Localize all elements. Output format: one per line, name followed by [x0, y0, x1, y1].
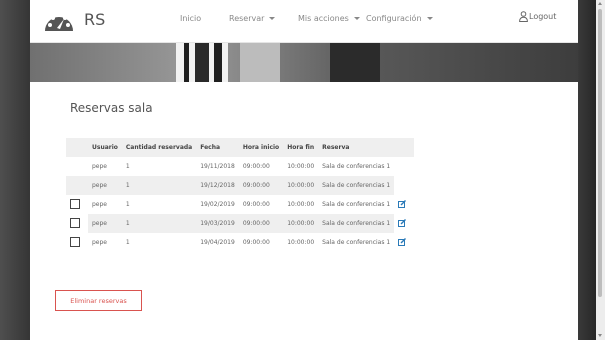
table-row: pepe 1 19/03/2019 09:00:00 10:00:00 Sala…	[66, 214, 415, 233]
user-icon[interactable]	[519, 11, 528, 22]
brand-name[interactable]: RS	[84, 10, 105, 29]
header-select	[66, 138, 88, 157]
cell-usuario: pepe	[92, 163, 107, 170]
scroll-up-icon[interactable]	[598, 2, 602, 5]
logout-link[interactable]: Logout	[529, 12, 556, 21]
header-cantidad: Cantidad reservada	[125, 144, 193, 151]
cell-hora-fin: 10:00:00	[287, 163, 315, 170]
row-checkbox[interactable]	[70, 198, 80, 209]
cell-hora-inicio: 09:00:00	[242, 182, 270, 189]
cell-reserva: Sala de conferencias 1	[322, 182, 391, 189]
table-header-row: Usuario Cantidad reservada Fecha Hora in…	[66, 138, 415, 157]
cell-hora-inicio: 09:00:00	[242, 201, 270, 208]
header-hora-fin: Hora fin	[287, 144, 315, 151]
table-row: pepe 1 19/11/2018 09:00:00 10:00:00 Sala…	[66, 157, 414, 176]
edit-icon[interactable]	[398, 199, 407, 208]
cell-hora-fin: 10:00:00	[287, 201, 315, 208]
table-row: pepe 1 19/02/2019 09:00:00 10:00:00 Sala…	[66, 195, 414, 214]
select-cell	[66, 157, 88, 176]
cell-cantidad: 1	[125, 163, 130, 170]
reservations-table: Usuario Cantidad reservada Fecha Hora in…	[66, 138, 415, 252]
cell-hora-fin: 10:00:00	[287, 182, 315, 189]
speedometer-icon[interactable]	[42, 9, 76, 34]
cell-hora-fin: 10:00:00	[287, 239, 315, 246]
page-title: Reservas sala	[70, 101, 153, 115]
caret-down-icon	[269, 17, 276, 20]
edit-cell	[394, 233, 414, 252]
select-cell	[66, 176, 88, 195]
header-fecha: Fecha	[200, 144, 221, 151]
edit-icon[interactable]	[398, 237, 407, 246]
table-row: pepe 1 19/04/2019 09:00:00 10:00:00 Sala…	[66, 233, 414, 252]
delete-reservations-button[interactable]: Eliminar reservas	[55, 290, 142, 311]
select-cell	[66, 214, 88, 233]
cell-fecha: 19/04/2019	[200, 239, 235, 246]
background-left-panel	[0, 0, 30, 340]
scroll-thumb[interactable]	[598, 9, 602, 297]
table-row: pepe 1 19/12/2018 09:00:00 10:00:00 Sala…	[66, 176, 415, 195]
cell-cantidad: 1	[125, 239, 130, 246]
main-card: Reservas sala Usuario Cantidad reservada…	[30, 82, 578, 340]
select-cell	[66, 195, 88, 214]
nav-inicio[interactable]: Inicio	[180, 14, 201, 23]
cell-reserva: Sala de conferencias 1	[322, 239, 391, 246]
row-checkbox[interactable]	[70, 217, 80, 228]
cell-cantidad: 1	[125, 201, 130, 208]
caret-down-icon	[426, 17, 433, 20]
cell-fecha: 19/02/2019	[200, 201, 235, 208]
cell-usuario: pepe	[92, 182, 107, 189]
header-photo	[30, 42, 578, 84]
cell-cantidad: 1	[125, 182, 130, 189]
cell-fecha: 19/11/2018	[200, 163, 235, 170]
cell-hora-inicio: 09:00:00	[242, 163, 270, 170]
cell-usuario: pepe	[92, 201, 107, 208]
row-checkbox[interactable]	[70, 236, 80, 247]
header-hora-inicio: Hora inicio	[242, 144, 280, 151]
cell-reserva: Sala de conferencias 1	[322, 201, 391, 208]
cell-hora-inicio: 09:00:00	[242, 239, 270, 246]
nav-mis-acciones[interactable]: Mis acciones	[298, 14, 360, 23]
nav-reservar[interactable]: Reservar	[229, 14, 276, 23]
nav-configuracion[interactable]: Configuración	[366, 14, 433, 23]
cell-fecha: 19/03/2019	[200, 220, 235, 227]
cell-cantidad: 1	[125, 220, 130, 227]
edit-cell	[394, 195, 414, 214]
cell-usuario: pepe	[92, 239, 107, 246]
cell-usuario: pepe	[92, 220, 107, 227]
edit-cell	[394, 176, 415, 195]
caret-down-icon	[353, 17, 360, 20]
header-usuario: Usuario	[92, 144, 118, 151]
cell-hora-inicio: 09:00:00	[242, 220, 270, 227]
edit-cell	[394, 157, 414, 176]
edit-cell	[394, 214, 415, 233]
cell-fecha: 19/12/2018	[200, 182, 235, 189]
header-edit	[394, 138, 414, 157]
cell-hora-fin: 10:00:00	[287, 220, 315, 227]
scroll-down-icon[interactable]	[598, 334, 602, 337]
select-cell	[66, 233, 88, 252]
header-reserva: Reserva	[322, 144, 350, 151]
navbar: RS Inicio Reservar Mis acciones Configur…	[30, 0, 578, 43]
edit-icon[interactable]	[398, 218, 407, 227]
cell-reserva: Sala de conferencias 1	[322, 163, 391, 170]
cell-reserva: Sala de conferencias 1	[322, 220, 391, 227]
